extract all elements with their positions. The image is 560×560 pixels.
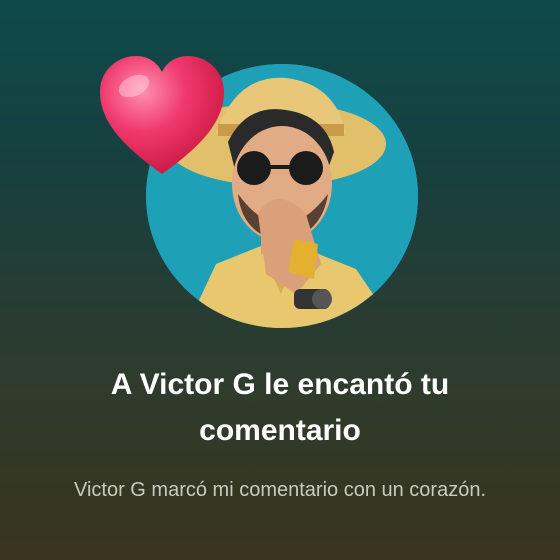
heart-icon: [94, 52, 230, 182]
notification-title: A Victor G le encantó tu comentario: [110, 368, 450, 447]
notification-subtitle: Victor G marcó mi comentario con un cora…: [73, 479, 487, 501]
